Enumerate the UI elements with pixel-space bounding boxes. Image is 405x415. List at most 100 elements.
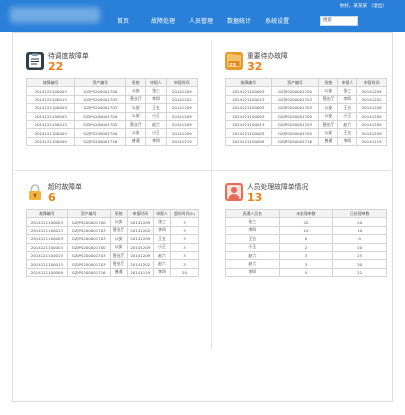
panel-count: 22 bbox=[48, 60, 64, 73]
table-row[interactable]: 2014121100003 GZJPS200001700 公安 20141209 张三 3 bbox=[26, 217, 199, 227]
table-cell: 赵六 bbox=[153, 250, 172, 261]
col-fault-id: 故障编号 bbox=[225, 77, 272, 88]
col-asset-id: 资产编号 bbox=[74, 77, 127, 88]
table-cell: 20141209 bbox=[165, 86, 199, 96]
table-body: 2014121100003 GZJPS200001700 公安 张三 20141209 2… bbox=[25, 86, 199, 147]
table-cell: GZJPS200001700 bbox=[66, 217, 111, 227]
table-row[interactable]: 2014121100013 GZJPS200001703 营业厅 李四 20141202 bbox=[25, 94, 199, 105]
table-head: 巡通人员名 未处理单数 已处理单数 bbox=[225, 208, 387, 219]
col-report-time: 申报时间 bbox=[126, 208, 155, 219]
table-row[interactable]: 李四 10 10 bbox=[225, 225, 387, 236]
panel-header: 超时故障单 6 bbox=[26, 183, 199, 209]
table-cell: GZJPS200001703 bbox=[66, 234, 111, 244]
col-staff-name: 巡通人员名 bbox=[225, 208, 280, 219]
staff-stats-table: 巡通人员名 未处理单数 已处理单数 张三 20 20 李四 10 10 王五 0 0 小王 2 20 赵… bbox=[225, 208, 387, 278]
table-header-row: 巡通人员名 未处理单数 已处理单数 bbox=[225, 208, 387, 219]
table-row[interactable]: 2014121100003 GZJPS200001700 公安 小王 20141209 bbox=[25, 128, 199, 138]
table-cell: 20141119 bbox=[126, 267, 155, 278]
table-row[interactable]: 2014121100003 GZJPS200001703 公安 王五 20141209 bbox=[25, 103, 199, 113]
table-cell: 20141209 bbox=[126, 234, 155, 244]
table-row[interactable]: 小王 2 20 bbox=[225, 242, 387, 252]
table-cell: 公安 bbox=[318, 86, 339, 96]
table-row[interactable]: 赵六 3 30 bbox=[225, 259, 387, 269]
table-cell: GZJPS200001703 bbox=[66, 225, 111, 236]
col-system: 系统 bbox=[109, 208, 128, 219]
table-row[interactable]: 2014121100003 GZJPS200001700 公安 张三 20141209 bbox=[225, 86, 387, 96]
table-row[interactable]: 2014121100009 GZJPS200001716 普通 李四 20141119 bbox=[25, 136, 199, 147]
table-cell: 李四 bbox=[145, 94, 167, 105]
table-cell: 2014121100013 bbox=[26, 250, 68, 261]
table-row[interactable]: 2014121100003 GZJPS200001700 公安 小王 20141209 bbox=[225, 111, 387, 121]
table-cell: 2014121100003 bbox=[225, 128, 272, 138]
panel-count: 13 bbox=[247, 191, 263, 204]
table-cell: GZJPS200001700 bbox=[270, 111, 320, 121]
table-row[interactable]: 2014121100013 GZJPS200001703 营业厅 20141202 赵六… bbox=[26, 259, 199, 269]
table-row[interactable]: 2014121100009 GZJPS200001716 普通 李四 20141119 bbox=[225, 136, 387, 147]
table-cell: 22 bbox=[332, 267, 387, 278]
table-cell: 2014121100013 bbox=[225, 119, 272, 130]
table-row[interactable]: 2014121100003 GZJPS200001700 公安 张三 20141209 bbox=[25, 86, 199, 96]
table-cell: 公安 bbox=[125, 103, 147, 113]
col-system: 系统 bbox=[318, 77, 339, 88]
nav-home[interactable]: 首页 bbox=[110, 15, 136, 29]
table-cell: 2014121100003 bbox=[25, 86, 76, 96]
table-row[interactable]: 2014121100003 GZJPS200001700 公安 20141209 小王 3 bbox=[26, 242, 199, 252]
table-cell: 2014121100003 bbox=[225, 111, 272, 121]
table-row[interactable]: 李四 5 22 bbox=[225, 267, 387, 278]
table-cell: 公安 bbox=[318, 103, 339, 113]
table-cell: 小王 bbox=[337, 111, 358, 121]
nav-settings[interactable]: 系统设置 bbox=[258, 15, 296, 29]
table-cell: 20141202 bbox=[126, 259, 155, 269]
table-row[interactable]: 2014121100013 GZJPS200001703 营业厅 20141202 李四… bbox=[26, 225, 199, 236]
table-cell: 张三 bbox=[145, 86, 167, 96]
col-asset-id: 资产编号 bbox=[270, 77, 320, 88]
table-cell: 王五 bbox=[145, 103, 167, 113]
table-cell: 0 bbox=[278, 234, 334, 244]
table-cell: GZJPS200001700 bbox=[66, 242, 111, 252]
table-body: 张三 20 20 李四 10 10 王五 0 0 小王 2 20 赵六 3 25 赵六 3 30 李四 5 22 bbox=[225, 217, 387, 278]
table-row[interactable]: 2014121100003 GZJPS200001700 公安 王五 20141209 bbox=[225, 128, 387, 138]
col-report-time: 申报时间 bbox=[356, 77, 387, 88]
col-asset-id: 资产编号 bbox=[66, 208, 111, 219]
nav-personnel[interactable]: 人员管理 bbox=[182, 15, 220, 29]
table-cell: GZJPS200001700 bbox=[74, 128, 127, 138]
table-row[interactable]: 2014121100013 GZJPS200001703 营业厅 赵六 20141209 bbox=[25, 119, 199, 130]
table-row[interactable]: 2014121100009 GZJPS200001716 普通 20141119 李四 2… bbox=[26, 267, 199, 278]
table-cell: 2 bbox=[278, 242, 334, 252]
important-fault-table: 故障编号 资产编号 系统 申报人 申报时间 2014121100003 GZJPS… bbox=[225, 77, 387, 147]
table-cell: 赵六 bbox=[145, 119, 167, 130]
table-cell: 李四 bbox=[337, 94, 358, 105]
table-cell: 20141202 bbox=[356, 94, 387, 105]
table-row[interactable]: 2014121100003 GZJPS200001703 公安 20141209 王五 3 bbox=[26, 234, 199, 244]
table-cell: 20 bbox=[170, 267, 199, 278]
nav-statistics[interactable]: 数据统计 bbox=[220, 15, 258, 29]
search-input[interactable]: 搜索 bbox=[320, 16, 358, 26]
table-cell: GZJPS200001700 bbox=[74, 86, 127, 96]
table-row[interactable]: 张三 20 20 bbox=[225, 217, 387, 227]
col-fault-id: 故障编号 bbox=[25, 77, 76, 88]
table-cell: 营业厅 bbox=[109, 250, 128, 261]
table-row[interactable]: 2014121100013 GZJPS200001703 营业厅 李四 20141202 bbox=[225, 94, 387, 105]
table-cell: 5 bbox=[278, 267, 334, 278]
table-row[interactable]: 2014121100003 GZJPS200001700 公安 小王 20141209 bbox=[25, 111, 199, 121]
table-row[interactable]: 2014121100003 GZJPS200001703 公安 王五 20141209 bbox=[225, 103, 387, 113]
table-cell: 2014121100009 bbox=[225, 136, 272, 147]
horizontal-divider bbox=[14, 170, 391, 171]
table-row[interactable]: 2014121100013 GZJPS200001703 营业厅 赵六 20141209 bbox=[225, 119, 387, 130]
table-cell: 3 bbox=[170, 217, 199, 227]
table-head: 故障编号 资产编号 系统 申报人 申报时间 bbox=[25, 77, 199, 88]
nav-fault-handling[interactable]: 故障处理 bbox=[144, 15, 182, 29]
table-cell: 25 bbox=[332, 250, 387, 261]
table-cell: GZJPS200001703 bbox=[74, 103, 127, 113]
panel-count: 32 bbox=[247, 60, 263, 73]
table-row[interactable]: 赵六 3 25 bbox=[225, 250, 387, 261]
table-cell: GZJPS200001700 bbox=[270, 128, 320, 138]
table-cell: 赵六 bbox=[153, 259, 172, 269]
col-system: 系统 bbox=[125, 77, 147, 88]
table-row[interactable]: 王五 0 0 bbox=[225, 234, 387, 244]
table-cell: 王五 bbox=[153, 234, 172, 244]
table-row[interactable]: 2014121100013 GZJPS200001703 营业厅 20141209 赵六… bbox=[26, 250, 199, 261]
table-cell: 小王 bbox=[145, 111, 167, 121]
table-cell: 营业厅 bbox=[125, 119, 147, 130]
user-greeting[interactable]: 你好，某某某 （退出） bbox=[340, 3, 387, 9]
